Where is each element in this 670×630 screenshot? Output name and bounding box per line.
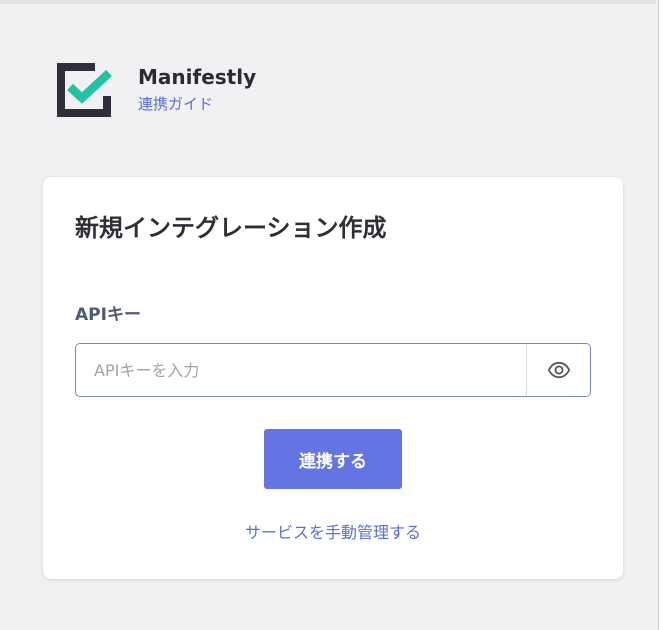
api-key-input-group (75, 343, 591, 397)
eye-icon (547, 361, 570, 379)
integration-guide-link[interactable]: 連携ガイド (138, 93, 213, 115)
app-header: Manifestly 連携ガイド (54, 60, 256, 120)
connect-button[interactable]: 連携する (264, 429, 402, 489)
card-title: 新規インテグレーション作成 (75, 214, 387, 242)
api-key-label: APIキー (75, 305, 141, 325)
new-integration-card: 新規インテグレーション作成 APIキー 連携する サービスを手動管理する (43, 177, 623, 579)
window-top-border (0, 0, 656, 4)
manifestly-logo-icon (57, 63, 112, 117)
app-name: Manifestly (138, 65, 257, 89)
manage-service-manually-link[interactable]: サービスを手動管理する (43, 521, 623, 545)
app-meta: Manifestly 連携ガイド (138, 63, 256, 115)
api-key-input[interactable] (76, 344, 526, 396)
toggle-visibility-button[interactable] (526, 344, 590, 396)
window-right-edge (658, 0, 670, 630)
